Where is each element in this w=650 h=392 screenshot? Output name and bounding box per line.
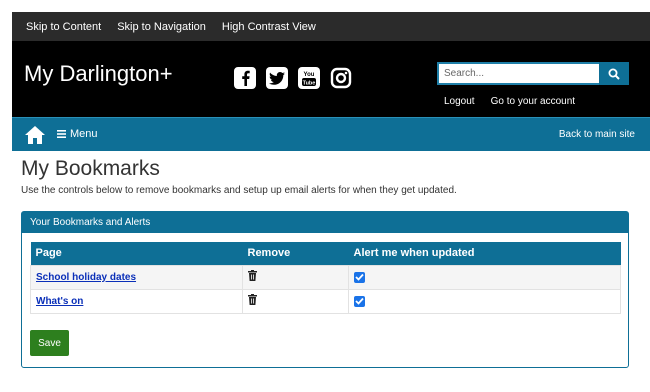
youtube-icon[interactable]: You Tube	[298, 67, 320, 89]
search-form	[437, 62, 629, 85]
alert-checkbox[interactable]	[354, 295, 365, 307]
table-row: What's on	[30, 288, 621, 314]
column-header-page: Page	[30, 242, 243, 265]
search-icon	[608, 68, 620, 80]
skip-links-bar: Skip to Content Skip to Navigation High …	[12, 12, 650, 41]
skip-to-content-link[interactable]: Skip to Content	[26, 21, 101, 33]
panel-title: Your Bookmarks and Alerts	[22, 212, 628, 233]
site-header: My Darlington+ You Tube Logout Go to your…	[12, 41, 650, 117]
remove-cell	[242, 264, 349, 290]
column-header-remove: Remove	[242, 242, 349, 265]
trash-icon[interactable]	[248, 294, 257, 305]
svg-text:Tube: Tube	[303, 81, 316, 87]
logout-link[interactable]: Logout	[444, 96, 475, 107]
hamburger-icon	[57, 130, 66, 138]
column-header-alert: Alert me when updated	[348, 242, 621, 265]
account-links: Logout Go to your account	[444, 96, 575, 107]
back-to-main-site-link[interactable]: Back to main site	[559, 129, 635, 140]
alert-cell	[348, 264, 621, 290]
bookmarks-panel: Your Bookmarks and Alerts Page Remove Al…	[21, 211, 629, 368]
main-nav: Menu Back to main site	[12, 117, 650, 151]
facebook-icon[interactable]	[234, 67, 256, 89]
page-title: My Bookmarks	[21, 157, 160, 180]
bookmarks-table: Page Remove Alert me when updated School…	[30, 242, 621, 314]
site-title[interactable]: My Darlington+	[24, 61, 173, 87]
page-cell: What's on	[30, 288, 243, 314]
skip-to-navigation-link[interactable]: Skip to Navigation	[117, 21, 206, 33]
bookmark-link[interactable]: What's on	[36, 296, 83, 307]
twitter-icon[interactable]	[266, 67, 288, 89]
top-margin	[0, 0, 650, 12]
page-intro: Use the controls below to remove bookmar…	[21, 185, 457, 196]
social-links: You Tube	[234, 67, 352, 89]
remove-cell	[242, 288, 349, 314]
menu-toggle[interactable]: Menu	[57, 128, 98, 140]
save-button[interactable]: Save	[30, 330, 69, 356]
go-to-account-link[interactable]: Go to your account	[491, 96, 576, 107]
home-icon[interactable]	[24, 125, 46, 145]
alert-cell	[348, 288, 621, 314]
search-input[interactable]	[437, 62, 599, 85]
alert-checkbox[interactable]	[354, 271, 365, 283]
search-button[interactable]	[599, 62, 629, 85]
page-cell: School holiday dates	[30, 264, 243, 290]
high-contrast-link[interactable]: High Contrast View	[222, 21, 316, 33]
menu-label: Menu	[70, 128, 98, 140]
instagram-icon[interactable]	[330, 67, 352, 89]
bookmark-link[interactable]: School holiday dates	[36, 272, 136, 283]
trash-icon[interactable]	[248, 270, 257, 281]
svg-text:You: You	[304, 72, 315, 78]
table-header-row: Page Remove Alert me when updated	[30, 242, 621, 265]
table-row: School holiday dates	[30, 264, 621, 290]
